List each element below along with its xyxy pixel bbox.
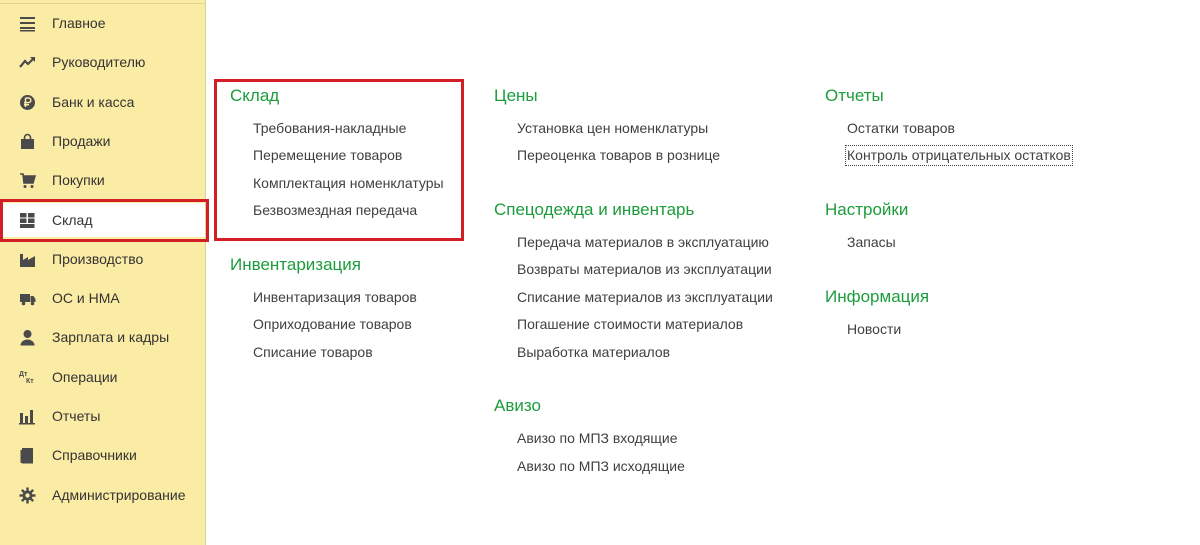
sidebar-item-sales[interactable]: Продажи	[0, 124, 205, 158]
sidebar-top-divider	[0, 0, 205, 4]
bar-chart-icon	[19, 408, 36, 425]
sidebar-item-label: Зарплата и кадры	[52, 329, 170, 345]
cart-icon	[19, 172, 36, 189]
sidebar-item-label: Операции	[52, 369, 118, 385]
section-title-information: Информация	[825, 287, 930, 306]
sidebar-item-purchases[interactable]: Покупки	[0, 163, 205, 197]
section-title-settings: Настройки	[825, 200, 909, 219]
link-assembly[interactable]: Комплектация номенклатуры	[253, 175, 444, 192]
shopping-bag-icon	[19, 133, 36, 150]
sidebar-item-operations[interactable]: Дт Кт Операции	[0, 360, 205, 394]
person-icon	[19, 329, 36, 346]
section-title-reports: Отчеты	[825, 86, 884, 105]
sidebar-item-label: ОС и НМА	[52, 290, 120, 306]
link-requisitions[interactable]: Требования-накладные	[253, 120, 406, 137]
link-goods-receipt[interactable]: Оприходование товаров	[253, 316, 412, 333]
sidebar-item-references[interactable]: Справочники	[0, 438, 205, 472]
sidebar-item-label: Производство	[52, 251, 144, 267]
sidebar-item-label: Склад	[52, 212, 93, 228]
link-retail-revaluation[interactable]: Переоценка товаров в рознице	[517, 147, 720, 164]
link-avizo-outgoing[interactable]: Авизо по МПЗ исходящие	[517, 458, 685, 475]
sidebar-item-label: Руководителю	[52, 54, 146, 70]
ruble-icon	[19, 94, 36, 111]
sidebar-item-administration[interactable]: Администрирование	[0, 478, 205, 512]
section-title-workwear: Спецодежда и инвентарь	[494, 200, 695, 219]
link-cost-repayment[interactable]: Погашение стоимости материалов	[517, 316, 743, 333]
sidebar-item-label: Главное	[52, 15, 106, 31]
warehouse-icon	[19, 212, 36, 229]
truck-icon	[19, 290, 36, 307]
sidebar-item-label: Банк и касса	[52, 94, 135, 110]
trend-icon	[19, 54, 36, 71]
debit-credit-icon: Дт Кт	[19, 371, 34, 385]
sidebar-item-bank[interactable]: Банк и касса	[0, 85, 205, 119]
link-avizo-incoming[interactable]: Авизо по МПЗ входящие	[517, 430, 678, 447]
link-free-transfer[interactable]: Безвозмездная передача	[253, 202, 417, 219]
sidebar-item-warehouse[interactable]: Склад	[0, 203, 205, 237]
link-goods-transfer[interactable]: Перемещение товаров	[253, 147, 402, 164]
sidebar-item-label: Покупки	[52, 172, 105, 188]
section-title-avizo: Авизо	[494, 396, 541, 415]
link-inventory-goods[interactable]: Инвентаризация товаров	[253, 289, 417, 306]
link-materials-returns[interactable]: Возвраты материалов из эксплуатации	[517, 261, 772, 278]
link-stock-balance[interactable]: Остатки товаров	[847, 120, 955, 137]
link-stocks-settings[interactable]: Запасы	[847, 234, 896, 251]
link-materials-writeoff[interactable]: Списание материалов из эксплуатации	[517, 289, 773, 306]
link-goods-writeoff[interactable]: Списание товаров	[253, 344, 373, 361]
section-title-prices: Цены	[494, 86, 538, 105]
sidebar-item-label: Отчеты	[52, 408, 101, 424]
gear-icon	[19, 487, 36, 504]
sidebar-item-reports[interactable]: Отчеты	[0, 399, 205, 433]
sidebar: Главное Руководителю Банк и касса Продаж…	[0, 0, 206, 545]
link-set-prices[interactable]: Установка цен номенклатуры	[517, 120, 708, 137]
sidebar-item-production[interactable]: Производство	[0, 242, 205, 276]
link-negative-balance-control[interactable]: Контроль отрицательных остатков	[845, 145, 1073, 166]
book-icon	[19, 447, 36, 464]
sidebar-item-label: Продажи	[52, 133, 111, 149]
sidebar-item-assets[interactable]: ОС и НМА	[0, 281, 205, 315]
sidebar-item-label: Администрирование	[52, 487, 186, 503]
link-materials-output[interactable]: Выработка материалов	[517, 344, 670, 361]
sidebar-item-management[interactable]: Руководителю	[0, 45, 205, 79]
link-news[interactable]: Новости	[847, 321, 901, 338]
link-materials-to-operation[interactable]: Передача материалов в эксплуатацию	[517, 234, 769, 251]
sidebar-item-salary[interactable]: Зарплата и кадры	[0, 320, 205, 354]
sidebar-item-main[interactable]: Главное	[0, 6, 205, 40]
sidebar-item-label: Справочники	[52, 447, 137, 463]
section-title-inventory: Инвентаризация	[230, 255, 361, 274]
menu-icon	[19, 15, 36, 32]
section-title-warehouse: Склад	[230, 86, 280, 105]
factory-icon	[19, 251, 36, 268]
